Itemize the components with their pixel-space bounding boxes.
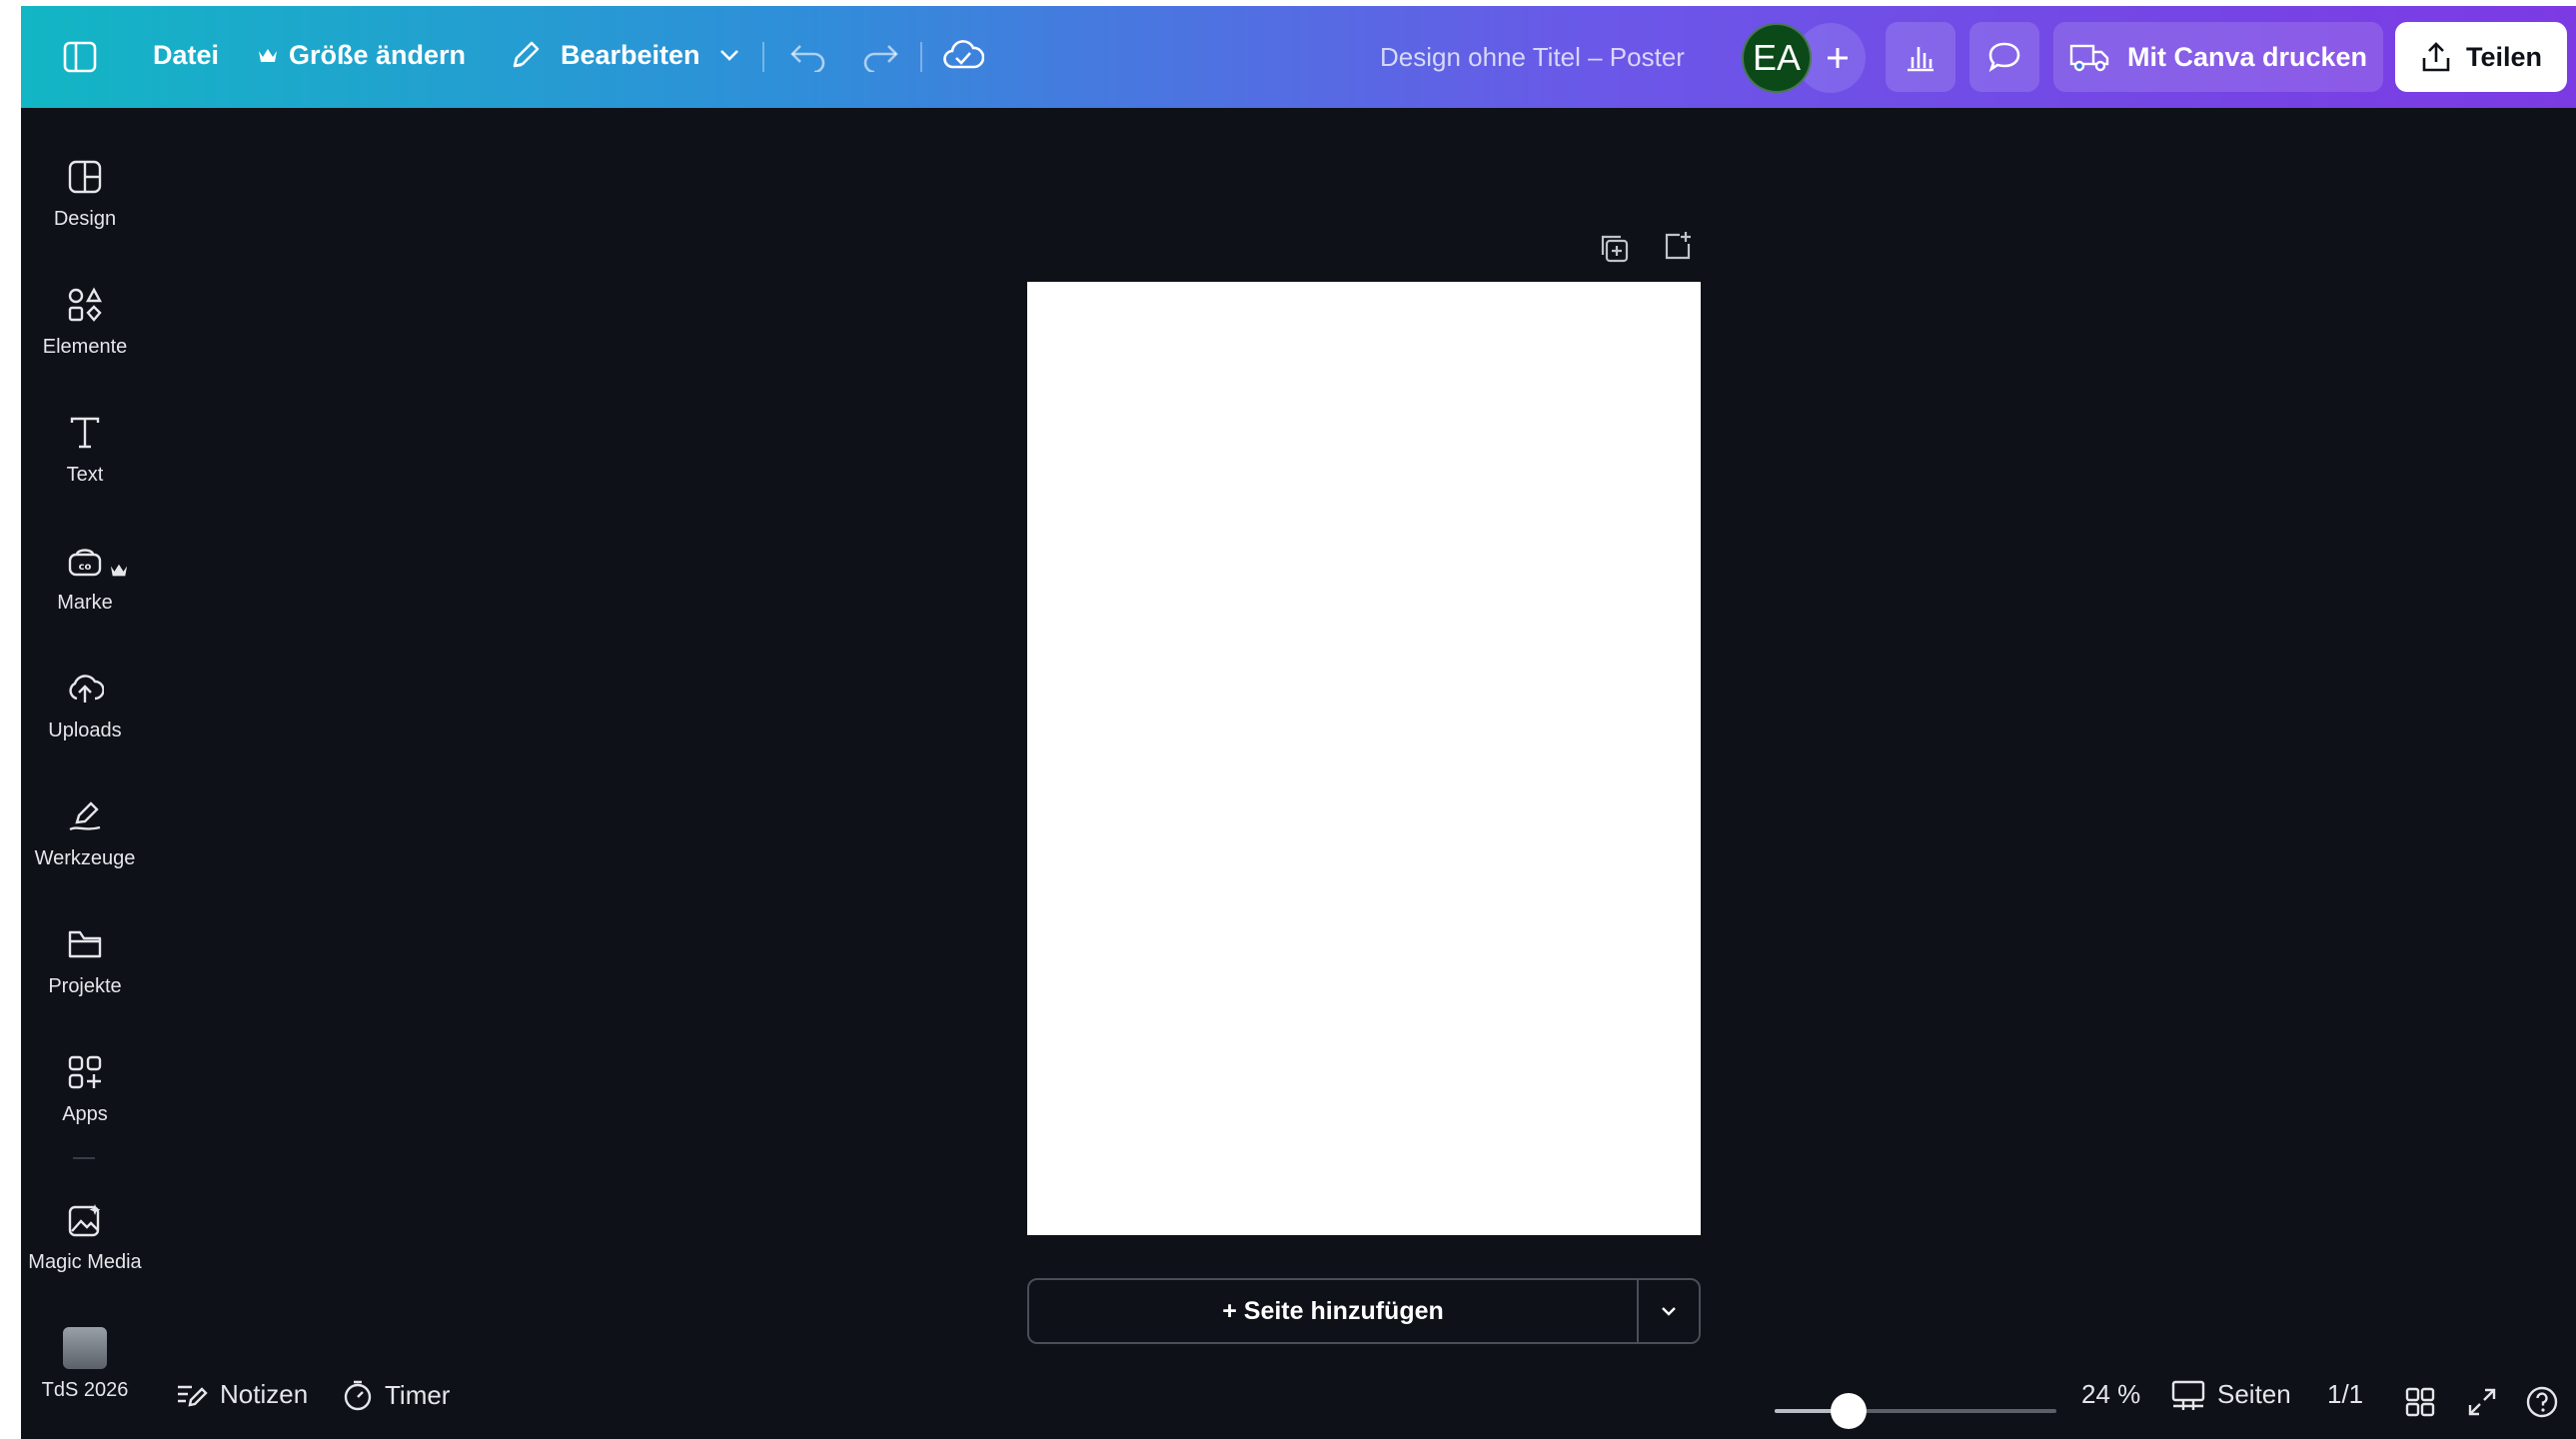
bar-chart-icon (1905, 41, 1936, 73)
folder-icon (67, 923, 103, 965)
plus-icon (1825, 45, 1851, 71)
avatar[interactable]: EA (1742, 23, 1812, 93)
sidebar-item-magic-media[interactable]: Magic Media (21, 1177, 149, 1287)
zoom-slider-handle[interactable] (1831, 1393, 1868, 1429)
sidebar-item-label: Projekte (48, 975, 122, 997)
project-thumbnail (63, 1327, 107, 1369)
sidebar-item-brand[interactable]: co Marke (21, 518, 149, 628)
elements-icon (67, 284, 103, 326)
apps-icon (67, 1051, 103, 1093)
sidebar-item-elements[interactable]: Elemente (21, 262, 149, 372)
toolbar-divider (762, 42, 764, 72)
crown-icon (109, 550, 129, 592)
draw-tools-icon (67, 795, 103, 837)
sidebar-item-label: Design (53, 208, 117, 230)
stopwatch-icon (343, 1379, 373, 1411)
sidebar-item-projects[interactable]: Projekte (21, 901, 149, 1011)
sidebar-item-label: TdS 2026 (41, 1379, 129, 1401)
document-title[interactable]: Design ohne Titel – Poster (1380, 42, 1685, 73)
timer-button[interactable]: Timer (343, 1379, 450, 1411)
timer-label: Timer (385, 1379, 451, 1410)
notes-button[interactable]: Notizen (176, 1379, 308, 1410)
share-button[interactable]: Teilen (2395, 22, 2567, 92)
sidebar-divider (73, 1157, 95, 1159)
edit-mode-button[interactable]: Bearbeiten (509, 38, 740, 72)
text-icon (67, 412, 103, 454)
sidebar-item-label: Werkzeuge (34, 847, 136, 869)
design-icon (67, 156, 103, 198)
brand-icon: co (67, 540, 103, 582)
share-upload-icon (2420, 40, 2452, 74)
pages-button[interactable]: Seiten (2171, 1379, 2291, 1410)
sidebar-item-label: Marke (57, 592, 113, 614)
notes-label: Notizen (220, 1379, 309, 1409)
share-label: Teilen (2465, 41, 2543, 72)
page-counter-text: 1/1 (2327, 1379, 2364, 1409)
print-label: Mit Canva drucken (2126, 41, 2368, 72)
magic-media-icon (67, 1199, 103, 1241)
file-menu-button[interactable]: Datei (153, 40, 219, 71)
add-page-control: + Seite hinzufügen (1027, 1278, 1701, 1344)
grid-view-icon[interactable] (2405, 1387, 2435, 1417)
comment-icon (1987, 40, 2021, 74)
canva-editor: Datei Größe ändern Bearbeiten Design ohn… (21, 6, 2576, 1439)
resize-label: Größe ändern (289, 40, 467, 70)
undo-icon[interactable] (788, 42, 828, 72)
page-counter: 1/1 (2327, 1379, 2363, 1410)
zoom-slider[interactable] (1775, 1409, 2056, 1413)
add-page-icon[interactable] (1662, 230, 1694, 262)
upload-cloud-icon (66, 668, 104, 710)
svg-text:co: co (79, 562, 92, 573)
cloud-saved-icon[interactable] (942, 38, 984, 72)
toolbar-divider (920, 42, 922, 72)
left-sidebar: Design Elemente Text co Marke Uploads We… (21, 108, 149, 1439)
sidebar-item-apps[interactable]: Apps (21, 1029, 149, 1139)
sidebar-item-label: Elemente (42, 336, 128, 358)
sidebar-item-text[interactable]: Text (21, 390, 149, 500)
pages-icon (2171, 1380, 2205, 1410)
chevron-down-icon (1660, 1305, 1678, 1317)
redo-icon[interactable] (860, 42, 900, 72)
sidebar-item-label: Apps (62, 1103, 108, 1125)
edit-mode-label: Bearbeiten (561, 39, 700, 70)
delivery-truck-icon (2069, 42, 2109, 72)
pencil-icon (509, 38, 543, 72)
top-toolbar: Datei Größe ändern Bearbeiten Design ohn… (21, 6, 2576, 108)
print-with-canva-button[interactable]: Mit Canva drucken (2053, 22, 2383, 92)
add-page-dropdown[interactable] (1637, 1280, 1699, 1342)
chevron-down-icon (718, 48, 740, 62)
sidebar-item-label: Uploads (48, 720, 122, 741)
notes-icon (176, 1381, 208, 1409)
comments-button[interactable] (1969, 22, 2039, 92)
design-page[interactable] (1027, 282, 1701, 1235)
zoom-label: 24 % (2081, 1379, 2141, 1409)
add-page-button[interactable]: + Seite hinzufügen (1029, 1280, 1637, 1342)
resize-button[interactable]: Größe ändern (257, 40, 466, 71)
sidebar-item-tds-2026[interactable]: TdS 2026 (21, 1305, 149, 1415)
sidebar-item-label: Magic Media (28, 1251, 142, 1273)
insights-button[interactable] (1886, 22, 1955, 92)
pages-label: Seiten (2217, 1379, 2291, 1409)
fullscreen-icon[interactable] (2467, 1387, 2497, 1417)
zoom-level[interactable]: 24 % (2081, 1379, 2140, 1410)
sidebar-item-label: Text (66, 464, 104, 486)
sidebar-item-tools[interactable]: Werkzeuge (21, 773, 149, 883)
toggle-sidebar-icon[interactable] (63, 40, 97, 74)
sidebar-item-design[interactable]: Design (21, 134, 149, 244)
crown-icon (257, 46, 279, 66)
sidebar-item-uploads[interactable]: Uploads (21, 646, 149, 755)
help-icon[interactable] (2525, 1385, 2559, 1419)
duplicate-page-icon[interactable] (1598, 232, 1630, 264)
